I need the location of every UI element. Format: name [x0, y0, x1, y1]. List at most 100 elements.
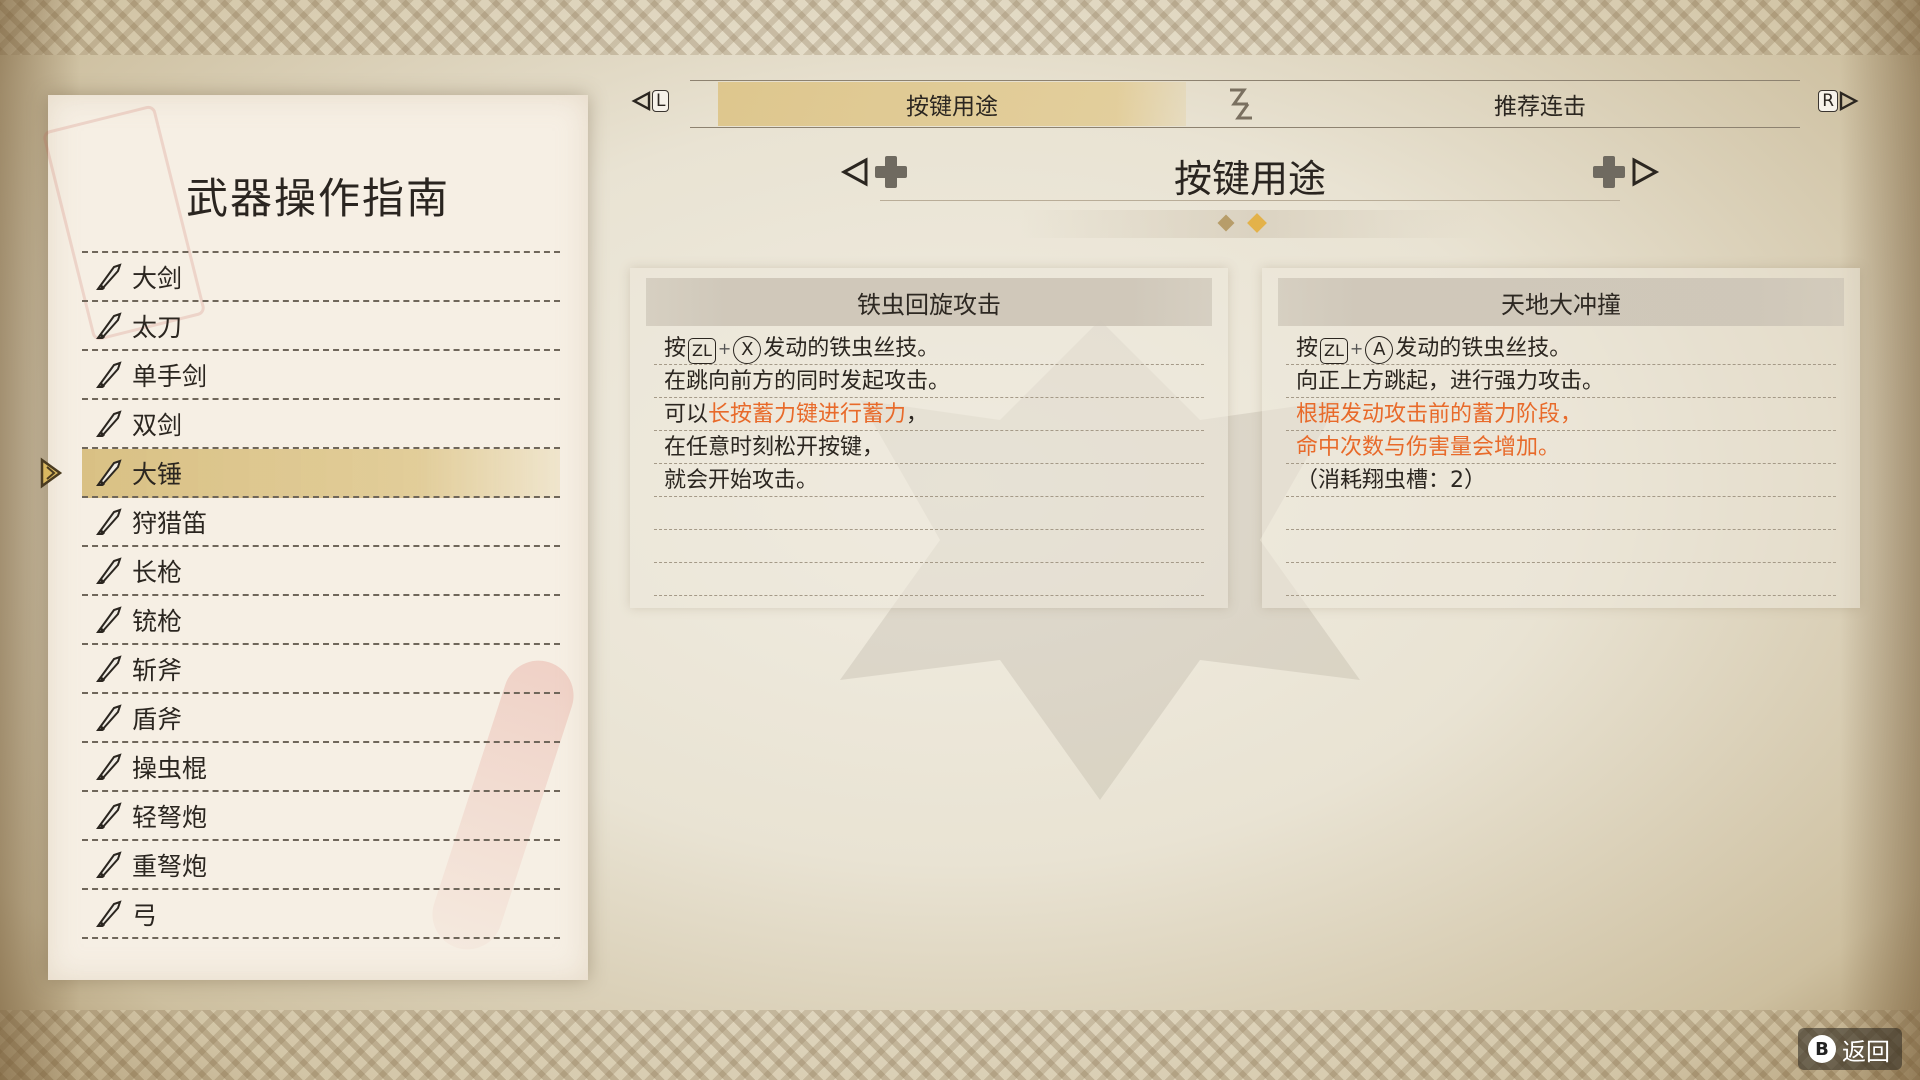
weapon-item[interactable]: 斩斧	[82, 645, 560, 694]
skill-description-line	[1286, 563, 1836, 596]
skill-description-line: （消耗翔虫槽：2）	[1286, 464, 1836, 497]
weapon-label: 大锤	[132, 459, 183, 489]
tab-recommended-combos[interactable]: 推荐连击	[1290, 82, 1790, 126]
skill-description-line: 按 ZL + A 发动的铁虫丝技。	[1286, 332, 1836, 365]
section-header: 按键用途	[840, 148, 1660, 238]
panel-title: 武器操作指南	[185, 174, 450, 223]
line-text: ，	[906, 402, 929, 427]
section-underline	[880, 200, 1620, 201]
weapon-guide-panel: 武器操作指南 大剑太刀单手剑双剑大锤狩猎笛长枪铳枪斩斧盾斧操虫棍轻弩炮重弩炮弓	[40, 95, 588, 980]
skill-description-line	[1286, 497, 1836, 530]
line-text: 在任意时刻松开按键，	[664, 435, 885, 460]
line-text: 可以	[664, 402, 709, 427]
section-title: 按键用途	[1173, 157, 1326, 201]
weapon-label: 盾斧	[132, 704, 183, 734]
r-key: R	[1818, 90, 1838, 112]
zl-button-icon: ZL	[688, 338, 716, 364]
tab-next-button[interactable]: R	[1818, 90, 1860, 112]
weapon-label: 斩斧	[132, 655, 183, 685]
decorative-border-top	[0, 0, 1920, 55]
page-indicator	[1020, 210, 1480, 238]
line-text: 就会开始攻击。	[664, 468, 819, 493]
bow-icon	[92, 896, 128, 932]
heavy-bowgun-icon	[92, 847, 128, 883]
weapon-item[interactable]: 盾斧	[82, 694, 560, 743]
insect-glaive-icon	[92, 749, 128, 785]
weapon-item[interactable]: 重弩炮	[82, 841, 560, 890]
back-button[interactable]: B 返回	[1798, 1028, 1902, 1070]
weapon-item[interactable]: 单手剑	[82, 351, 560, 400]
skill-card-title: 天地大冲撞	[1278, 278, 1844, 326]
weapon-label: 轻弩炮	[132, 802, 208, 832]
highlight-text: 命中次数与伤害量会增加。	[1296, 435, 1561, 460]
lance-icon	[92, 553, 128, 589]
tab-prev-button[interactable]: L	[630, 90, 670, 112]
dpad-next-button[interactable]	[1586, 152, 1660, 192]
skill-description-line	[1286, 530, 1836, 563]
weapon-item[interactable]: 狩猎笛	[82, 498, 560, 547]
weapon-item[interactable]: 双剑	[82, 400, 560, 449]
line-text: 发动的铁虫丝技。	[1395, 336, 1572, 361]
line-text: （消耗翔虫槽：2）	[1296, 468, 1486, 493]
line-text: 在跳向前方的同时发起攻击。	[664, 369, 951, 394]
line-text: 按	[664, 336, 687, 361]
weapon-item[interactable]: 轻弩炮	[82, 792, 560, 841]
weapon-item[interactable]: 长枪	[82, 547, 560, 596]
weapon-label: 大剑	[132, 263, 183, 293]
great-sword-icon	[92, 259, 128, 295]
weapon-item[interactable]: 大剑	[82, 251, 560, 302]
weapon-label: 太刀	[132, 312, 183, 342]
plus-sign: +	[1349, 339, 1364, 358]
swap-icon	[1230, 88, 1252, 120]
weapon-item[interactable]: 弓	[82, 890, 560, 939]
weapon-label: 弓	[132, 900, 158, 930]
decorative-border-bottom	[0, 1010, 1920, 1080]
skill-description-line: 命中次数与伤害量会增加。	[1286, 431, 1836, 464]
line-text: 发动的铁虫丝技。	[763, 336, 940, 361]
skill-description-line: 在任意时刻松开按键，	[654, 431, 1204, 464]
tab-bar: L 按键用途 推荐连击 R	[630, 78, 1860, 130]
long-sword-icon	[92, 308, 128, 344]
highlight-text: 长按蓄力键进行蓄力	[708, 402, 907, 427]
skill-description-line	[654, 530, 1204, 563]
skill-description-line: 就会开始攻击。	[654, 464, 1204, 497]
hammer-icon	[92, 455, 128, 491]
plus-sign: +	[717, 339, 732, 358]
page-dot	[1247, 213, 1267, 233]
highlight-text: 根据发动攻击前的蓄力阶段，	[1296, 402, 1583, 427]
weapon-label: 双剑	[132, 410, 183, 440]
b-button-icon: B	[1808, 1035, 1836, 1063]
light-bowgun-icon	[92, 798, 128, 834]
skill-description-line: 按 ZL + X 发动的铁虫丝技。	[654, 332, 1204, 365]
arrow-left-icon	[631, 91, 651, 111]
charge-blade-icon	[92, 700, 128, 736]
sword-and-shield-icon	[92, 357, 128, 393]
skill-card-right: 天地大冲撞 按 ZL + A 发动的铁虫丝技。向正上方跳起，进行强力攻击。 根据发动攻击前…	[1262, 268, 1860, 608]
skill-description-line: 在跳向前方的同时发起攻击。	[654, 365, 1204, 398]
skill-card-left: 铁虫回旋攻击 按 ZL + X 发动的铁虫丝技。 在跳向前方的同时发起攻击。 可以 长按蓄力键…	[630, 268, 1228, 608]
skill-description-line: 根据发动攻击前的蓄力阶段，	[1286, 398, 1836, 431]
weapon-label: 单手剑	[132, 361, 208, 391]
skill-card-body: 按 ZL + X 发动的铁虫丝技。在跳向前方的同时发起攻击。 可以 长按蓄力键进行蓄力， 在任…	[654, 332, 1204, 596]
skill-description-line	[654, 563, 1204, 596]
weapon-item[interactable]: 操虫棍	[82, 743, 560, 792]
weapon-item[interactable]: 大锤	[40, 449, 560, 498]
line-text: 向正上方跳起，进行强力攻击。	[1296, 369, 1605, 394]
selection-cursor-icon	[38, 457, 64, 489]
weapon-label: 铳枪	[132, 606, 183, 636]
skill-description-line: 向正上方跳起，进行强力攻击。	[1286, 365, 1836, 398]
weapon-item[interactable]: 太刀	[82, 302, 560, 351]
weapon-label: 长枪	[132, 557, 183, 587]
tab-button-usage[interactable]: 按键用途	[718, 82, 1186, 126]
weapon-label: 操虫棍	[132, 753, 208, 783]
x-button-icon: X	[733, 336, 762, 364]
dual-blades-icon	[92, 406, 128, 442]
weapon-item[interactable]: 铳枪	[82, 596, 560, 645]
l-key: L	[652, 90, 670, 112]
zl-button-icon: ZL	[1320, 338, 1348, 364]
weapon-list: 大剑太刀单手剑双剑大锤狩猎笛长枪铳枪斩斧盾斧操虫棍轻弩炮重弩炮弓	[40, 251, 560, 939]
skill-description-line	[654, 497, 1204, 530]
gunlance-icon	[92, 602, 128, 638]
switch-axe-icon	[92, 651, 128, 687]
weapon-label: 狩猎笛	[132, 508, 208, 538]
